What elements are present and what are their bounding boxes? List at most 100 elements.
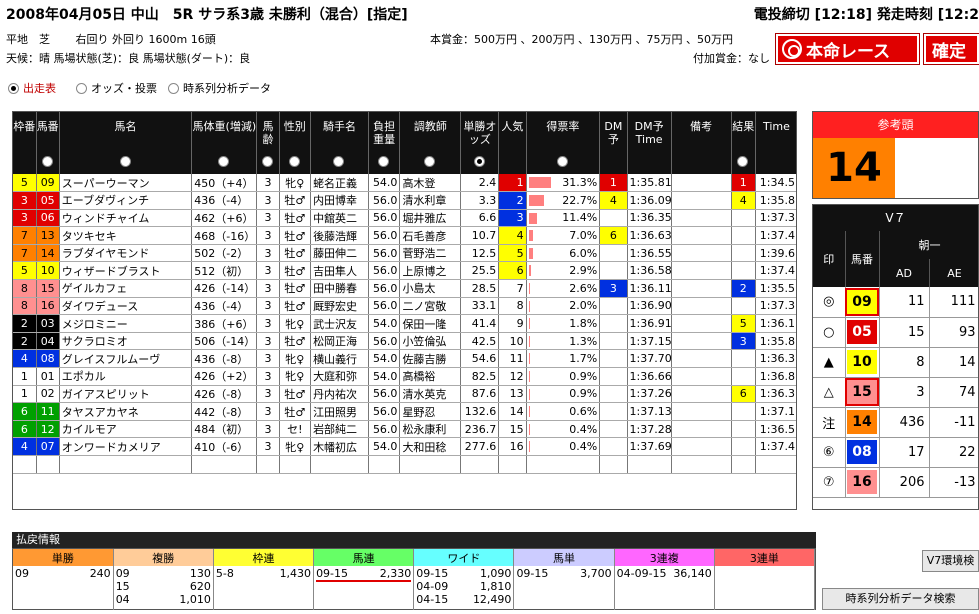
table-row[interactable]: 7 14 ラブダイヤモンド 502（-2） 3 牡♂ 藤田伸二 56.0 菅野浩二 12.5 5 6.…	[13, 244, 796, 263]
cell-dm: 1	[599, 174, 628, 193]
col-uma[interactable]: 馬番	[36, 112, 60, 174]
table-row[interactable]: 2 04 サクラロミオ 506（-14） 3 牡♂ 松岡正海 56.0 小笠倫弘 42.5 10 1.…	[13, 332, 796, 351]
table-row[interactable]: 4 07 オンワードカメリア 410（-6） 3 牝♀ 木幡初広 54.0 大和田稔 277.6 1…	[13, 437, 796, 456]
table-row[interactable]: 5 10 ウィザードブラスト 512（初） 3 牡♂ 吉田隼人 56.0 上原博之 25.5 6 2.…	[13, 261, 796, 281]
cell-weight: 468（-16）	[191, 226, 258, 245]
cell-waku: 2	[13, 332, 37, 351]
col-note[interactable]: 備考	[671, 112, 732, 174]
tab-entry[interactable]: 出走表	[8, 80, 56, 96]
col-pop[interactable]: 人気	[498, 112, 527, 174]
cell-jockey: 大庭和弥	[310, 367, 369, 386]
v7-row[interactable]: △ 15 3 74	[813, 377, 978, 408]
cell-dm	[599, 385, 628, 404]
table-row[interactable]: 3 05 エーブダヴィンチ 436（-4） 3 牡♂ 内田博幸 56.0 清水利章 3.3 2 22.…	[13, 191, 796, 210]
cell-dm_time: 1:36.58	[627, 261, 672, 281]
table-row[interactable]: 4 08 グレイスフルムーヴ 436（-8） 3 牝♀ 横山義行 54.0 佐藤吉勝 54.6 11…	[13, 349, 796, 369]
table-row[interactable]: 6 12 カイルモア 484（初） 3 セ! 岩部純二 56.0 松永康利 236.7 15 0.4%…	[13, 420, 796, 439]
table-row[interactable]: 8 16 ダイワデュース 436（-4） 3 牡♂ 厩野宏史 56.0 二ノ宮敬 33.1 8 2.0…	[13, 297, 796, 316]
timeseries-search-button[interactable]: 時系列分析データ検索	[822, 588, 979, 610]
cell-jockey: 蛯名正義	[310, 174, 369, 193]
table-row[interactable]: 8 15 ゲイルカフェ 426（-14） 3 牡♂ 田中勝春 56.0 小島太 28.5 7 2.6%…	[13, 279, 796, 298]
v7-row[interactable]: 注 14 436 -11	[813, 407, 978, 438]
col-dm-time[interactable]: DM予Time	[627, 112, 672, 174]
cell-rate: 0.4%	[526, 420, 601, 439]
cell-note	[671, 385, 732, 404]
table-row[interactable]: 5 09 スーパーウーマン 450（+4） 3 牝♀ 蛯名正義 54.0 高木登 2.4 1 31.3…	[13, 174, 796, 193]
cell-uma: 06	[36, 209, 60, 228]
cell-result: 1	[731, 174, 756, 193]
cell-odds: 6.6	[460, 209, 500, 228]
vote-rate-bar	[528, 177, 551, 188]
radio-icon	[76, 82, 87, 94]
col-result[interactable]: 結果	[731, 112, 756, 174]
payout-line: 09 130	[116, 567, 211, 580]
table-row[interactable]: 1 02 ガイアスピリット 426（-8） 3 牡♂ 丹内祐次 56.0 清水英克 87.6 13 0…	[13, 385, 796, 404]
col-jockey[interactable]: 騎手名	[310, 112, 369, 174]
cell-odds: 82.5	[460, 367, 500, 386]
cell-waku: 5	[13, 174, 37, 193]
v7-search-button[interactable]: V7環境検	[922, 550, 979, 572]
cell-dm	[599, 402, 628, 421]
table-row[interactable]: 1 01 エポカル 426（+2） 3 牝♀ 大庭和弥 54.0 高橋裕 82.5 12 0.9% 1:…	[13, 367, 796, 386]
table-row[interactable]: 7 13 タツキセキ 468（-16） 3 牡♂ 後藤浩輝 56.0 石毛善彦 10.7 4 7.0%…	[13, 226, 796, 245]
cell-burden: 56.0	[368, 209, 401, 228]
v7-row[interactable]: ⑥ 08 17 22	[813, 437, 978, 468]
cell-result: 6	[731, 385, 756, 404]
table-row[interactable]: 3 06 ウィンドチャイム 462（+6） 3 牡♂ 中舘英二 56.0 堀井雅広 6.6 3 11.…	[13, 209, 796, 228]
col-odds[interactable]: 単勝オッズ	[460, 112, 500, 174]
col-burden[interactable]: 負担重量	[368, 112, 401, 174]
cell-weight: 484（初）	[191, 420, 258, 439]
v7-row[interactable]: ▲ 10 8 14	[813, 347, 978, 378]
cell-note	[671, 402, 732, 421]
cell-time: 1:35.8	[755, 191, 796, 210]
reference-title: 参考頭	[813, 112, 978, 138]
cell-sex: 牝♀	[279, 437, 312, 456]
cell-waku: 7	[13, 244, 37, 263]
cell-result	[731, 209, 756, 228]
col-age[interactable]: 馬齢	[256, 112, 280, 174]
col-vote-rate[interactable]: 得票率	[526, 112, 601, 174]
cell-result	[731, 244, 756, 263]
cell-jockey: 内田博幸	[310, 191, 369, 210]
col-trainer[interactable]: 調教師	[399, 112, 462, 174]
col-dm[interactable]: DM予	[599, 112, 628, 174]
cell-uma: 03	[36, 314, 60, 333]
cell-dm	[599, 244, 628, 263]
col-waku[interactable]: 枠番	[13, 112, 37, 174]
cell-jockey: 松岡正海	[310, 332, 369, 351]
vote-rate-bar	[528, 371, 530, 383]
col-name[interactable]: 馬名	[59, 112, 193, 174]
cell-rate: 0.9%	[526, 385, 601, 404]
col-time[interactable]: Time	[755, 112, 796, 174]
payout-line: 15 620	[116, 580, 211, 593]
v7-row[interactable]: ○ 05 15 93	[813, 317, 978, 348]
v7-uma-cell: 14	[845, 407, 880, 438]
v7-row[interactable]: ⑦ 16 206 -13	[813, 467, 978, 498]
race-title: 2008年04月05日 中山 5R サラ系3歳 未勝利（混合）[指定]	[6, 7, 408, 23]
entry-table: 枠番 馬番 馬名 馬体重(増減) 馬齢 性別 騎手名 負担重量 調教師 単勝オッ…	[12, 111, 797, 510]
vote-rate-bar	[528, 212, 537, 224]
cell-rate: 31.3%	[526, 174, 601, 193]
payout-line: 09-15 3,700	[516, 567, 611, 580]
col-sex[interactable]: 性別	[279, 112, 312, 174]
cell-sex: 牡♂	[279, 385, 312, 404]
tab-timeseries[interactable]: 時系列分析データ	[168, 80, 271, 96]
table-row[interactable]: 2 03 メジロミニー 386（+6） 3 牝♀ 武士沢友 54.0 保田一隆 41.4 9 1.8%…	[13, 314, 796, 333]
v7-ad: 17	[879, 437, 930, 468]
tab-odds[interactable]: オッズ・投票	[76, 80, 157, 96]
cell-rate: 1.7%	[526, 349, 601, 369]
cell-dm_time: 1:36.91	[627, 314, 672, 333]
v7-row[interactable]: ◎ 09 11 111	[813, 287, 978, 318]
cell-pop: 4	[498, 226, 527, 245]
cell-time: 1:39.6	[755, 244, 796, 263]
v7-uma: 16	[847, 470, 877, 494]
cell-name: スーパーウーマン	[59, 174, 193, 193]
cell-name: エポカル	[59, 367, 193, 386]
cell-result	[731, 226, 756, 245]
table-row[interactable]: 6 11 タヤスアカヤネ 442（-8） 3 牡♂ 江田照男 56.0 星野忍 132.6 14 0.…	[13, 402, 796, 421]
cell-burden: 56.0	[368, 191, 401, 210]
v7-ad: 206	[879, 467, 930, 498]
payout-line: 09-15 2,330	[316, 567, 412, 582]
cell-time: 1:35.8	[755, 332, 796, 351]
col-weight[interactable]: 馬体重(増減)	[191, 112, 258, 174]
